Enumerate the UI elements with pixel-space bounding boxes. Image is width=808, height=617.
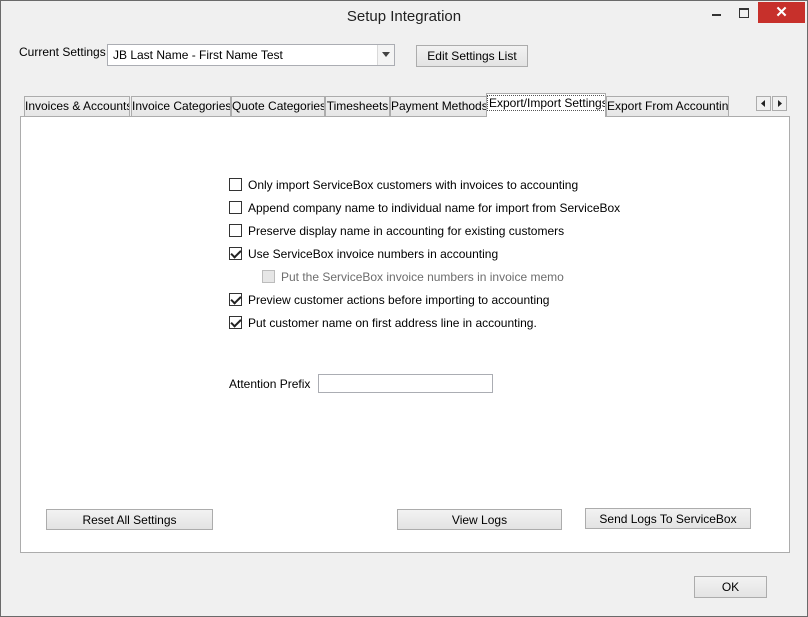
- tab-invoices-accounts[interactable]: Invoices & Accounts: [24, 96, 130, 116]
- view-logs-button[interactable]: View Logs: [397, 509, 562, 530]
- use-invoice-numbers-checkbox[interactable]: [229, 247, 242, 260]
- invoice-numbers-in-memo-label: Put the ServiceBox invoice numbers in in…: [281, 270, 564, 284]
- tab-label: Export From Accounting: [607, 99, 729, 113]
- tab-label: Payment Methods: [391, 99, 487, 113]
- ok-button[interactable]: OK: [694, 576, 767, 598]
- customer-name-first-address-label[interactable]: Put customer name on first address line …: [248, 316, 537, 330]
- triangle-left-icon: [761, 100, 765, 107]
- tab-quote-categories[interactable]: Quote Categories: [231, 96, 325, 116]
- preview-customer-actions-checkbox[interactable]: [229, 293, 242, 306]
- attention-prefix-input[interactable]: [318, 374, 493, 393]
- close-button[interactable]: ✕: [758, 2, 805, 23]
- preview-customer-actions-label[interactable]: Preview customer actions before importin…: [248, 293, 549, 307]
- chevron-down-icon[interactable]: [377, 45, 394, 65]
- setup-integration-window: Setup Integration ✕ Current Settings JB …: [0, 0, 808, 617]
- tab-invoice-categories[interactable]: Invoice Categories: [131, 96, 231, 116]
- triangle-right-icon: [778, 100, 782, 107]
- reset-all-settings-button[interactable]: Reset All Settings: [46, 509, 213, 530]
- only-import-customers-with-invoices-checkbox[interactable]: [229, 178, 242, 191]
- use-invoice-numbers-label[interactable]: Use ServiceBox invoice numbers in accoun…: [248, 247, 498, 261]
- tab-timesheets[interactable]: Timesheets: [325, 96, 390, 116]
- append-company-name-checkbox[interactable]: [229, 201, 242, 214]
- edit-settings-list-button[interactable]: Edit Settings List: [416, 45, 528, 67]
- tab-label: Invoice Categories: [132, 99, 231, 113]
- preserve-display-name-checkbox[interactable]: [229, 224, 242, 237]
- attention-prefix-label: Attention Prefix: [229, 377, 311, 391]
- current-settings-label: Current Settings: [19, 45, 106, 59]
- append-company-name-label[interactable]: Append company name to individual name f…: [248, 201, 620, 215]
- tab-scroll-right-button[interactable]: [772, 96, 787, 111]
- close-icon: ✕: [775, 4, 788, 21]
- maximize-button[interactable]: [731, 3, 758, 23]
- minimize-button[interactable]: [703, 3, 730, 23]
- tab-label: Export/Import Settings: [487, 95, 605, 111]
- tab-export-import-settings[interactable]: Export/Import Settings: [486, 93, 606, 117]
- tab-label: Timesheets: [326, 99, 389, 113]
- current-settings-value: JB Last Name - First Name Test: [113, 48, 283, 62]
- tab-export-from-accounting[interactable]: Export From Accounting: [606, 96, 729, 116]
- invoice-numbers-in-memo-checkbox: [262, 270, 275, 283]
- only-import-customers-with-invoices-label[interactable]: Only import ServiceBox customers with in…: [248, 178, 578, 192]
- tab-scroll-left-button[interactable]: [756, 96, 771, 111]
- title-bar: Setup Integration ✕: [1, 1, 807, 32]
- preserve-display-name-label[interactable]: Preserve display name in accounting for …: [248, 224, 564, 238]
- tab-payment-methods[interactable]: Payment Methods: [390, 96, 487, 116]
- tab-label: Quote Categories: [232, 99, 325, 113]
- window-title: Setup Integration: [346, 8, 462, 25]
- current-settings-select[interactable]: JB Last Name - First Name Test: [107, 44, 395, 66]
- send-logs-button[interactable]: Send Logs To ServiceBox: [585, 508, 751, 529]
- tab-label: Invoices & Accounts: [25, 99, 130, 113]
- customer-name-first-address-checkbox[interactable]: [229, 316, 242, 329]
